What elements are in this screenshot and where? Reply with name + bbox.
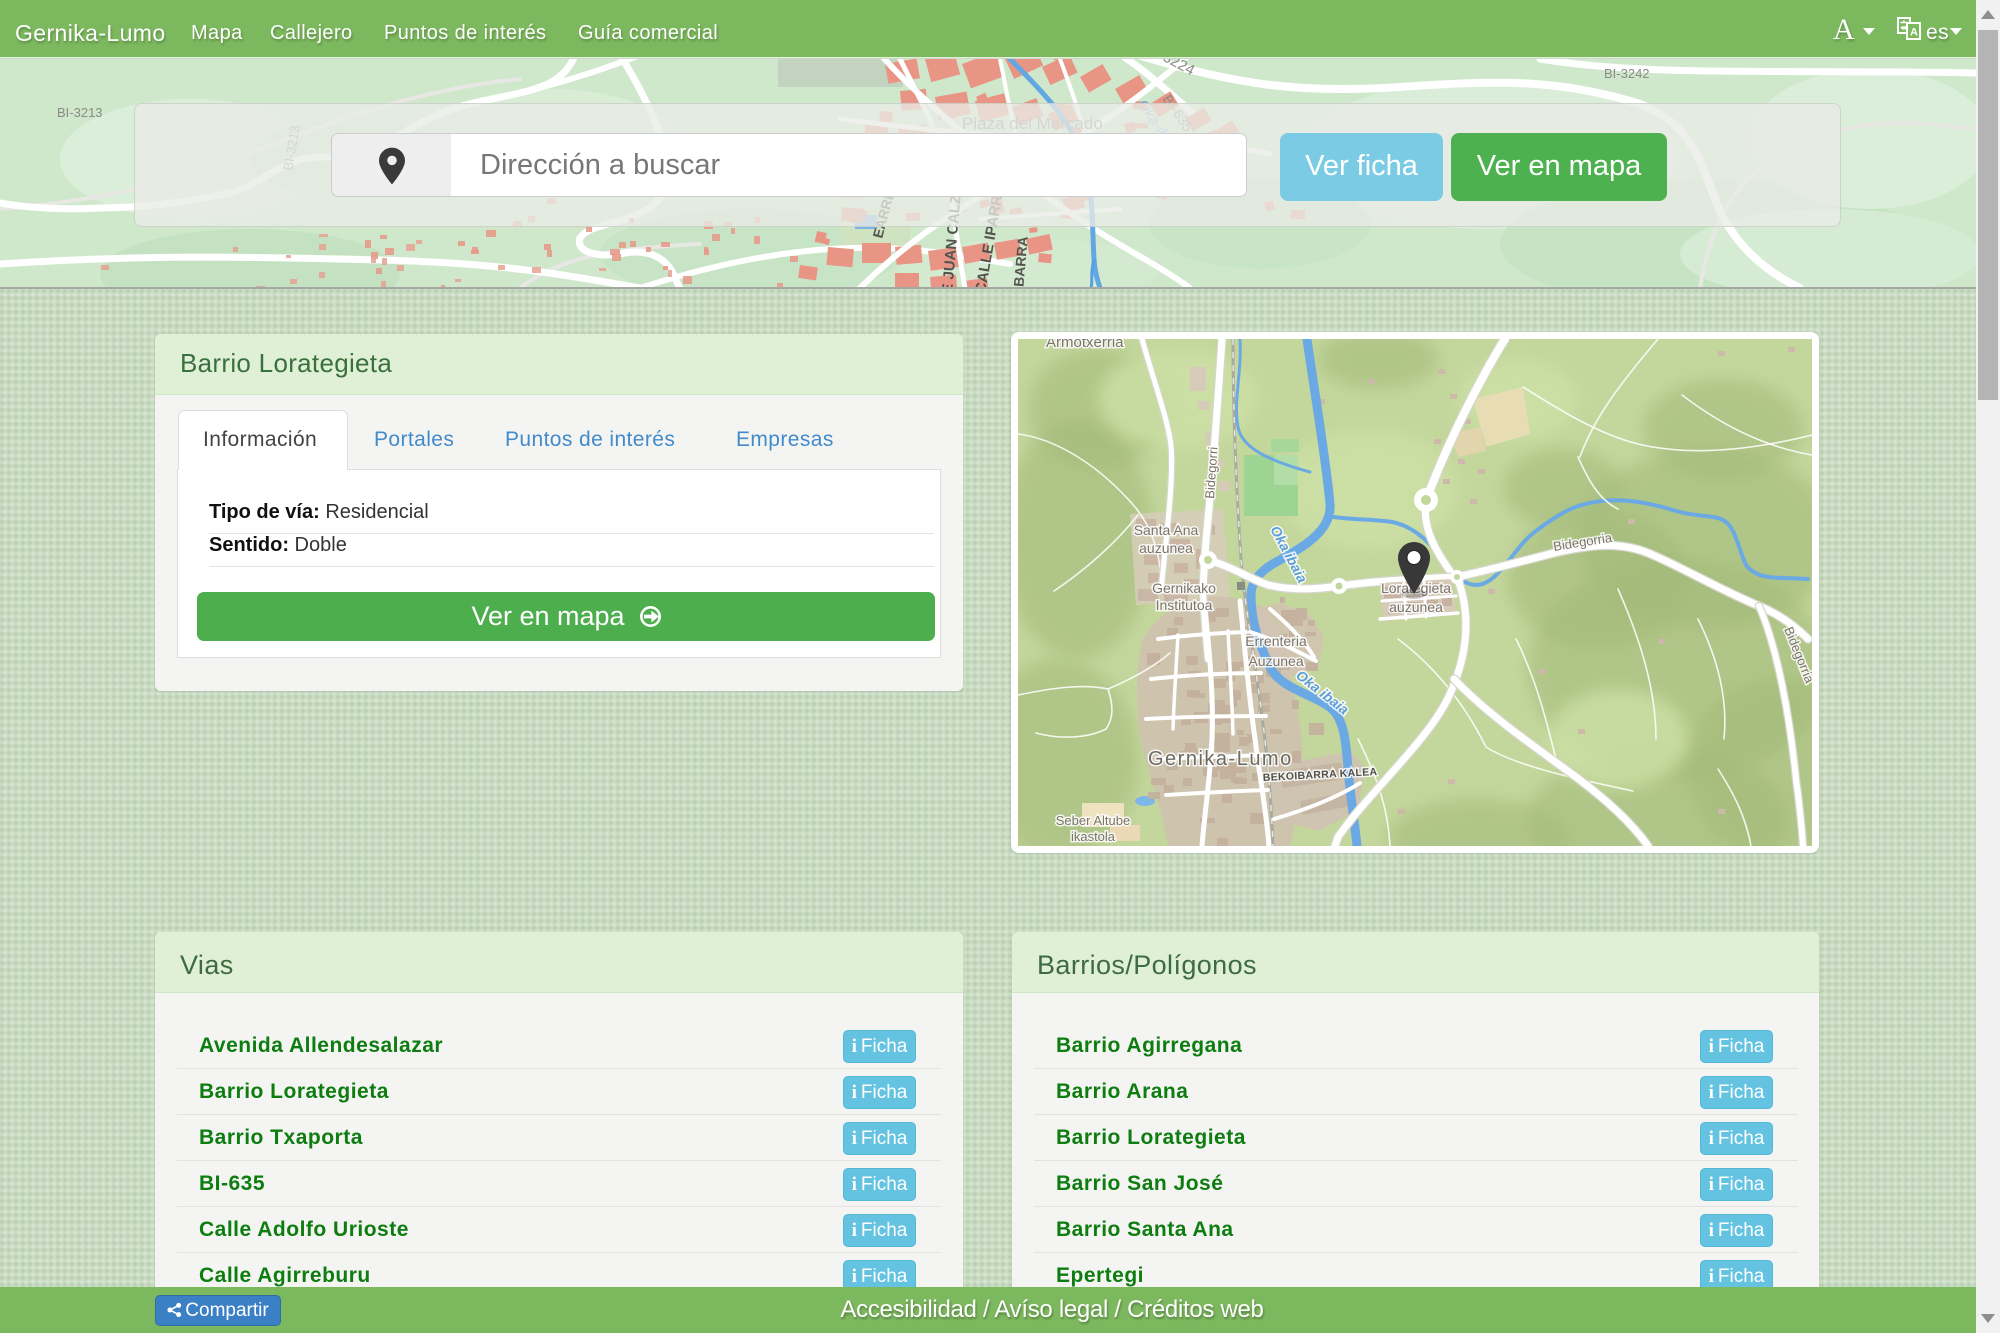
svg-text:BI-3213: BI-3213 [57, 105, 103, 120]
svg-text:Santa Ana: Santa Ana [1134, 522, 1199, 538]
svg-text:BI-3242: BI-3242 [1604, 66, 1650, 81]
svg-text:Seber Altube: Seber Altube [1056, 813, 1130, 828]
svg-text:A: A [1910, 27, 1918, 39]
svg-text:Auzunea: Auzunea [1248, 653, 1303, 669]
svg-text:Armotxerria: Armotxerria [1046, 339, 1124, 351]
svg-text:Errenteria: Errenteria [1245, 633, 1307, 649]
svg-text:auzunea: auzunea [1389, 599, 1443, 615]
svg-text:Gernikako: Gernikako [1152, 580, 1216, 596]
svg-text:Institutoa: Institutoa [1156, 597, 1213, 613]
svg-text:auzunea: auzunea [1139, 540, 1193, 556]
svg-text:ikastola: ikastola [1071, 829, 1116, 844]
svg-text:Gernika-Lumo: Gernika-Lumo [1148, 748, 1293, 770]
